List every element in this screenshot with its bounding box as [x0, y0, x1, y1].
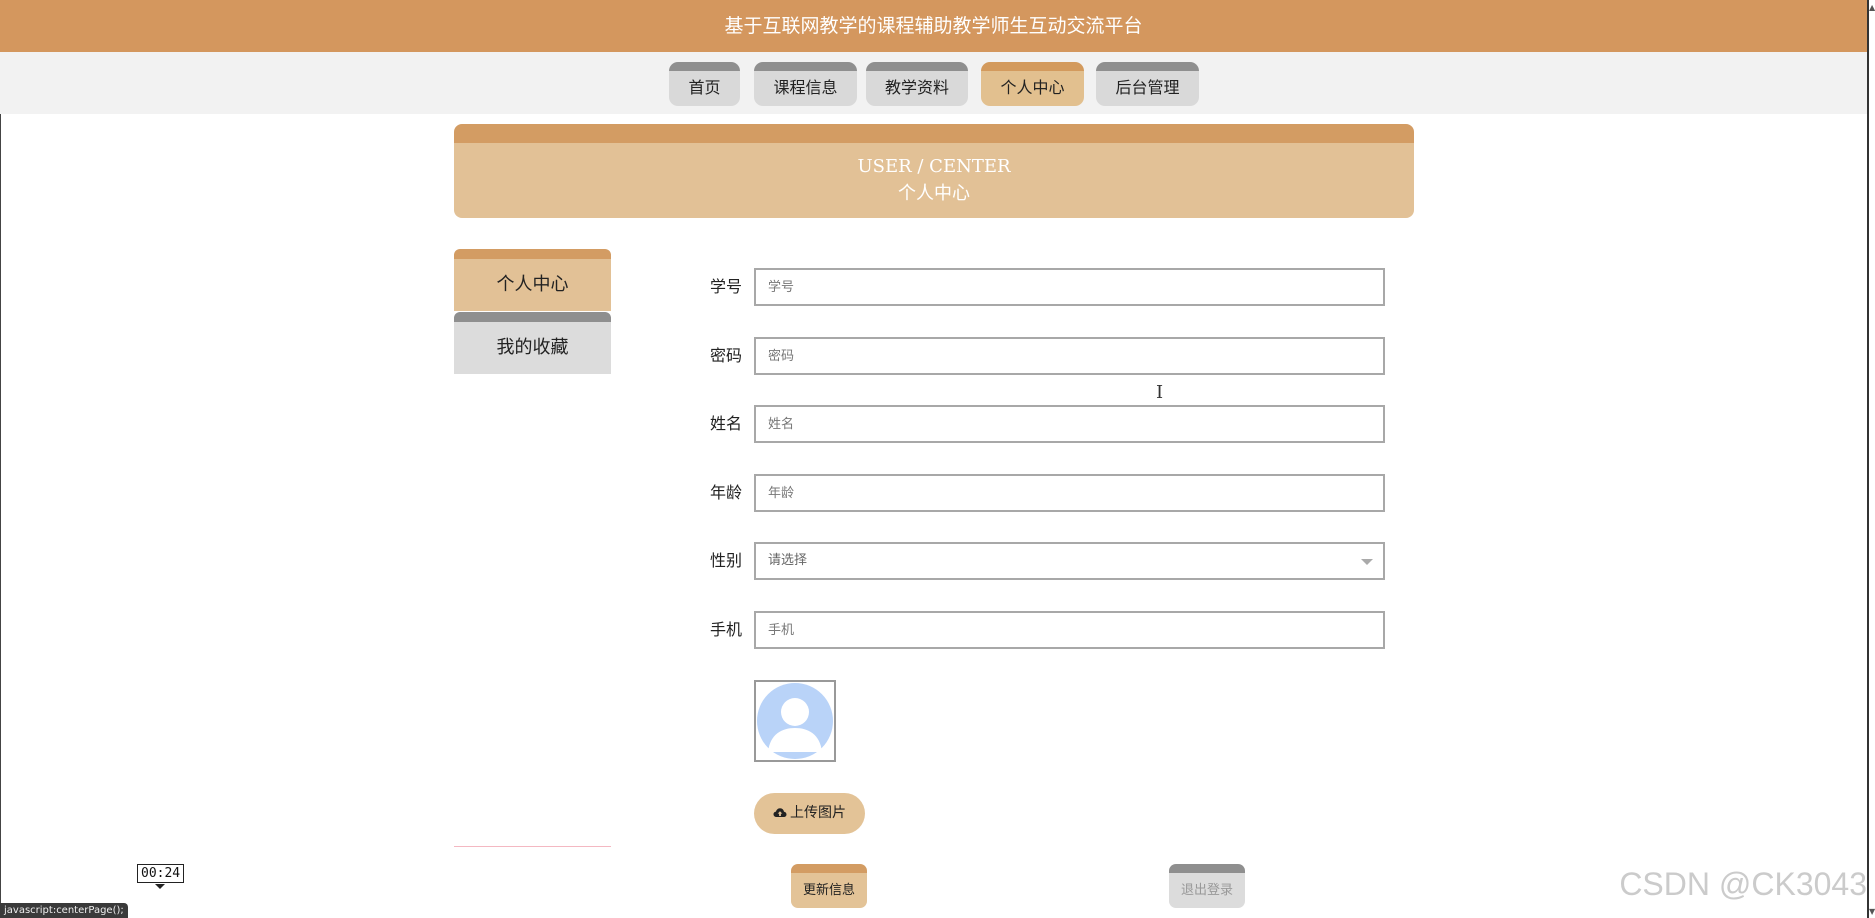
- nav-admin[interactable]: 后台管理: [1096, 62, 1199, 106]
- page-banner: USER / CENTER 个人中心: [454, 124, 1414, 218]
- site-title-bar: 基于互联网教学的课程辅助教学师生互动交流平台: [0, 0, 1867, 52]
- gender-label: 性别: [709, 551, 742, 570]
- nav-course-info[interactable]: 课程信息: [754, 62, 857, 106]
- timer-pointer: [155, 884, 165, 889]
- main-nav: 首页 课程信息 教学资料 个人中心 后台管理: [0, 52, 1867, 114]
- avatar-preview: [754, 680, 836, 762]
- gender-select[interactable]: 请选择: [754, 542, 1385, 580]
- phone-label: 手机: [709, 620, 742, 639]
- scrollbar[interactable]: [1867, 0, 1869, 918]
- age-input[interactable]: [754, 474, 1385, 512]
- scroll-down-arrow-icon[interactable]: ▼: [1869, 908, 1875, 916]
- nav-home[interactable]: 首页: [669, 62, 740, 106]
- site-title: 基于互联网教学的课程辅助教学师生互动交流平台: [724, 15, 1143, 37]
- sidebar-item-user-center[interactable]: 个人中心: [454, 249, 611, 311]
- upload-button-label: 上传图片: [790, 805, 846, 821]
- name-label: 姓名: [709, 414, 742, 433]
- banner-title-en: USER / CENTER: [857, 156, 1011, 177]
- cloud-upload-icon: [773, 808, 787, 817]
- window-left-edge: [0, 0, 1, 918]
- student-id-input[interactable]: [754, 268, 1385, 306]
- gender-select-placeholder: 请选择: [768, 553, 808, 568]
- logout-button[interactable]: 退出登录: [1169, 864, 1245, 908]
- banner-title-zh: 个人中心: [898, 183, 970, 204]
- update-info-button[interactable]: 更新信息: [791, 864, 867, 908]
- chevron-down-icon: [1361, 559, 1373, 565]
- watermark: CSDN @CK3043: [1619, 866, 1867, 902]
- sidebar-divider: [454, 846, 611, 847]
- sidebar-item-favorites[interactable]: 我的收藏: [454, 312, 611, 374]
- default-avatar-icon: [757, 683, 833, 759]
- text-cursor-icon: I: [1156, 382, 1164, 403]
- password-label: 密码: [709, 346, 742, 365]
- nav-teaching-materials[interactable]: 教学资料: [866, 62, 968, 106]
- recording-timer: 00:24: [137, 864, 185, 883]
- password-input[interactable]: [754, 337, 1385, 375]
- age-label: 年龄: [709, 483, 742, 502]
- name-input[interactable]: [754, 405, 1385, 443]
- nav-user-center[interactable]: 个人中心: [981, 62, 1084, 106]
- scroll-up-arrow-icon[interactable]: ▲: [1869, 4, 1875, 12]
- student-id-label: 学号: [709, 277, 742, 296]
- browser-status-bar: javascript:centerPage();: [0, 903, 128, 918]
- upload-image-button[interactable]: 上传图片: [754, 793, 865, 834]
- phone-input[interactable]: [754, 611, 1385, 649]
